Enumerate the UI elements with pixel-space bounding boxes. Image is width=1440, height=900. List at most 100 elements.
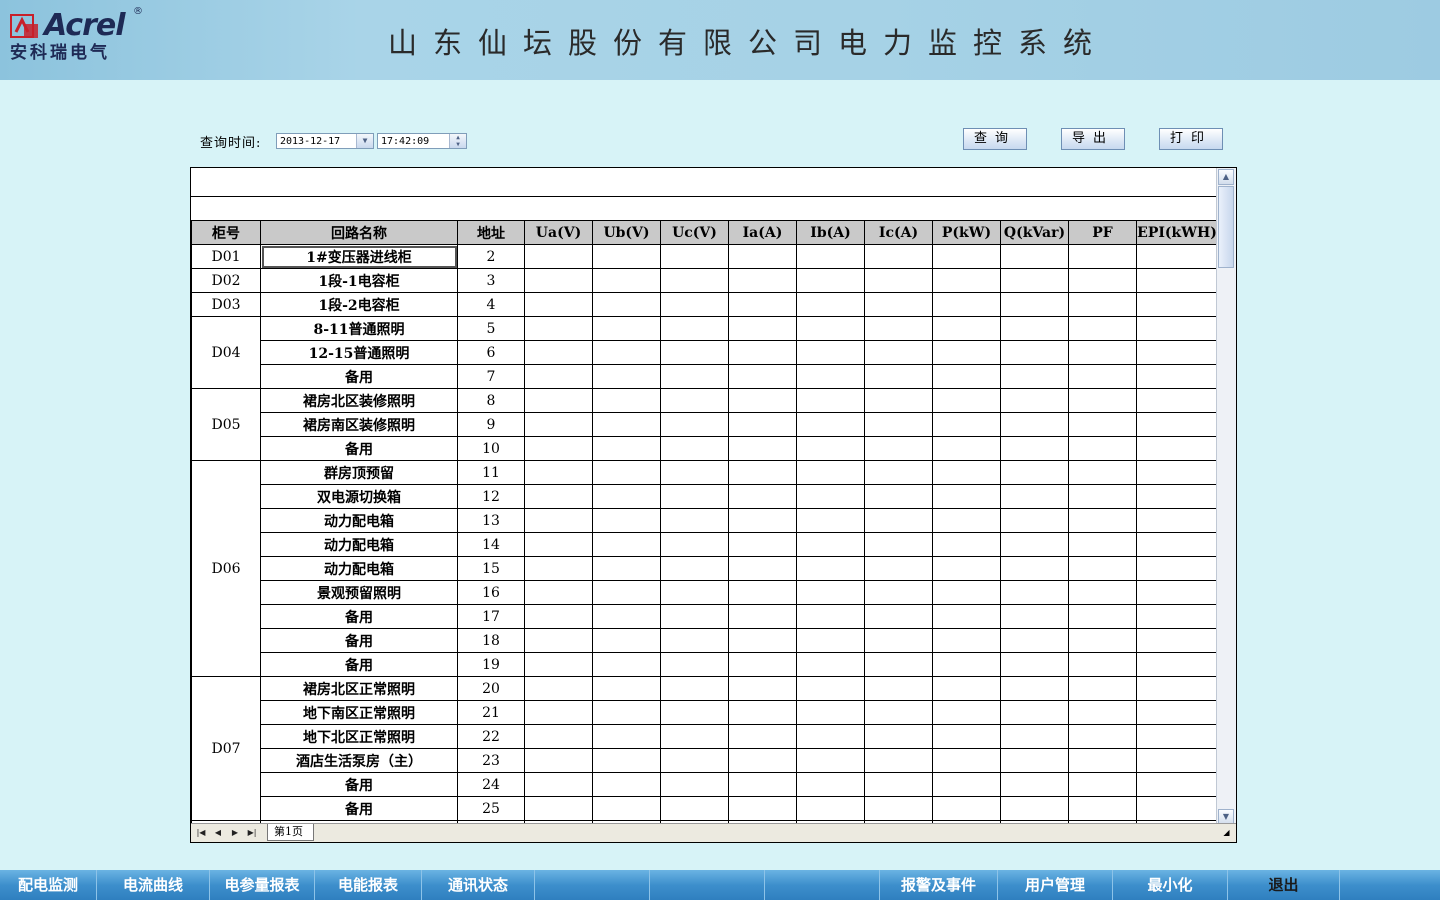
value-cell[interactable] xyxy=(932,316,1001,341)
value-cell[interactable] xyxy=(728,460,797,485)
circuit-name-cell[interactable]: 酒店生活泵房（主） xyxy=(260,748,458,773)
value-cell[interactable] xyxy=(1136,508,1217,533)
table-row[interactable]: 双电源切换箱 12 xyxy=(192,484,1217,509)
value-cell[interactable] xyxy=(660,652,729,677)
nav-comm-status[interactable]: 通讯状态 xyxy=(422,870,535,900)
circuit-name-cell[interactable]: 备用 xyxy=(260,772,458,797)
address-cell[interactable]: 9 xyxy=(457,412,525,437)
value-cell[interactable] xyxy=(1000,532,1069,557)
nav-alarm-events[interactable]: 报警及事件 xyxy=(880,870,998,900)
value-cell[interactable] xyxy=(1000,364,1069,389)
table-row[interactable]: 备用 18 xyxy=(192,628,1217,653)
circuit-name-cell[interactable]: 备用 xyxy=(260,364,458,389)
value-cell[interactable] xyxy=(796,724,865,749)
value-cell[interactable] xyxy=(864,244,933,269)
value-cell[interactable] xyxy=(932,652,1001,677)
value-cell[interactable] xyxy=(1000,460,1069,485)
query-time-picker[interactable]: 17:42:09 ▲ ▼ xyxy=(377,133,467,149)
value-cell[interactable] xyxy=(864,700,933,725)
spin-down-icon[interactable]: ▼ xyxy=(450,141,466,148)
value-cell[interactable] xyxy=(1000,436,1069,461)
value-cell[interactable] xyxy=(932,580,1001,605)
value-cell[interactable] xyxy=(1136,628,1217,653)
value-cell[interactable] xyxy=(728,268,797,293)
value-cell[interactable] xyxy=(592,772,661,797)
table-row[interactable]: 备用 7 xyxy=(192,364,1217,389)
value-cell[interactable] xyxy=(592,364,661,389)
value-cell[interactable] xyxy=(1068,388,1137,413)
value-cell[interactable] xyxy=(592,556,661,581)
value-cell[interactable] xyxy=(932,748,1001,773)
circuit-name-cell[interactable]: 1段-1电容柜 xyxy=(260,268,458,293)
value-cell[interactable] xyxy=(728,580,797,605)
value-cell[interactable] xyxy=(932,556,1001,581)
value-cell[interactable] xyxy=(1136,484,1217,509)
value-cell[interactable] xyxy=(796,580,865,605)
value-cell[interactable] xyxy=(592,508,661,533)
nav-power-monitor[interactable]: 配电监测 xyxy=(0,870,97,900)
circuit-name-cell[interactable]: 8-11普通照明 xyxy=(260,316,458,341)
value-cell[interactable] xyxy=(1000,412,1069,437)
value-cell[interactable] xyxy=(864,724,933,749)
circuit-name-cell[interactable]: 动力配电箱 xyxy=(260,508,458,533)
value-cell[interactable] xyxy=(524,748,593,773)
address-cell[interactable]: 7 xyxy=(457,364,525,389)
circuit-name-cell[interactable]: 裙房南区装修照明 xyxy=(260,412,458,437)
value-cell[interactable] xyxy=(524,604,593,629)
value-cell[interactable] xyxy=(864,292,933,317)
query-date-picker[interactable]: 2013-12-17 ▼ xyxy=(276,133,374,149)
value-cell[interactable] xyxy=(660,340,729,365)
value-cell[interactable] xyxy=(1000,796,1069,821)
sheet-tab-page1[interactable]: 第1页 xyxy=(267,824,314,841)
table-row[interactable]: D06 群房顶预留 11 xyxy=(191,460,1217,677)
value-cell[interactable] xyxy=(932,772,1001,797)
value-cell[interactable] xyxy=(524,244,593,269)
value-cell[interactable] xyxy=(1068,364,1137,389)
value-cell[interactable] xyxy=(932,628,1001,653)
value-cell[interactable] xyxy=(1068,532,1137,557)
nav-blank-3[interactable] xyxy=(765,870,880,900)
value-cell[interactable] xyxy=(1136,388,1217,413)
nav-exit[interactable]: 退出 xyxy=(1228,870,1340,900)
value-cell[interactable] xyxy=(1136,580,1217,605)
cabinet-cell[interactable]: D06 xyxy=(191,460,261,677)
value-cell[interactable] xyxy=(1136,364,1217,389)
value-cell[interactable] xyxy=(864,532,933,557)
value-cell[interactable] xyxy=(1068,796,1137,821)
cabinet-cell[interactable]: D04 xyxy=(191,316,261,389)
address-cell[interactable]: 22 xyxy=(457,724,525,749)
address-cell[interactable]: 8 xyxy=(457,388,525,413)
circuit-name-cell[interactable]: 备用 xyxy=(260,652,458,677)
value-cell[interactable] xyxy=(660,508,729,533)
value-cell[interactable] xyxy=(1000,484,1069,509)
circuit-name-cell[interactable]: 裙房北区装修照明 xyxy=(260,388,458,413)
value-cell[interactable] xyxy=(864,580,933,605)
table-row[interactable]: 地下南区正常照明 21 xyxy=(192,700,1217,725)
address-cell[interactable]: 25 xyxy=(457,796,525,821)
value-cell[interactable] xyxy=(1000,604,1069,629)
value-cell[interactable] xyxy=(728,484,797,509)
address-cell[interactable]: 24 xyxy=(457,772,525,797)
address-cell[interactable]: 21 xyxy=(457,700,525,725)
table-row[interactable]: 动力配电箱 15 xyxy=(192,556,1217,581)
value-cell[interactable] xyxy=(660,292,729,317)
value-cell[interactable] xyxy=(728,556,797,581)
value-cell[interactable] xyxy=(592,628,661,653)
table-row[interactable]: 动力配电箱 14 xyxy=(192,532,1217,557)
value-cell[interactable] xyxy=(1000,340,1069,365)
value-cell[interactable] xyxy=(932,460,1001,485)
value-cell[interactable] xyxy=(1068,700,1137,725)
value-cell[interactable] xyxy=(728,676,797,701)
value-cell[interactable] xyxy=(728,700,797,725)
value-cell[interactable] xyxy=(1136,436,1217,461)
address-cell[interactable]: 18 xyxy=(457,628,525,653)
value-cell[interactable] xyxy=(1000,316,1069,341)
value-cell[interactable] xyxy=(864,436,933,461)
value-cell[interactable] xyxy=(524,724,593,749)
value-cell[interactable] xyxy=(864,508,933,533)
value-cell[interactable] xyxy=(1136,316,1217,341)
value-cell[interactable] xyxy=(1000,556,1069,581)
value-cell[interactable] xyxy=(864,340,933,365)
value-cell[interactable] xyxy=(1000,508,1069,533)
value-cell[interactable] xyxy=(864,652,933,677)
